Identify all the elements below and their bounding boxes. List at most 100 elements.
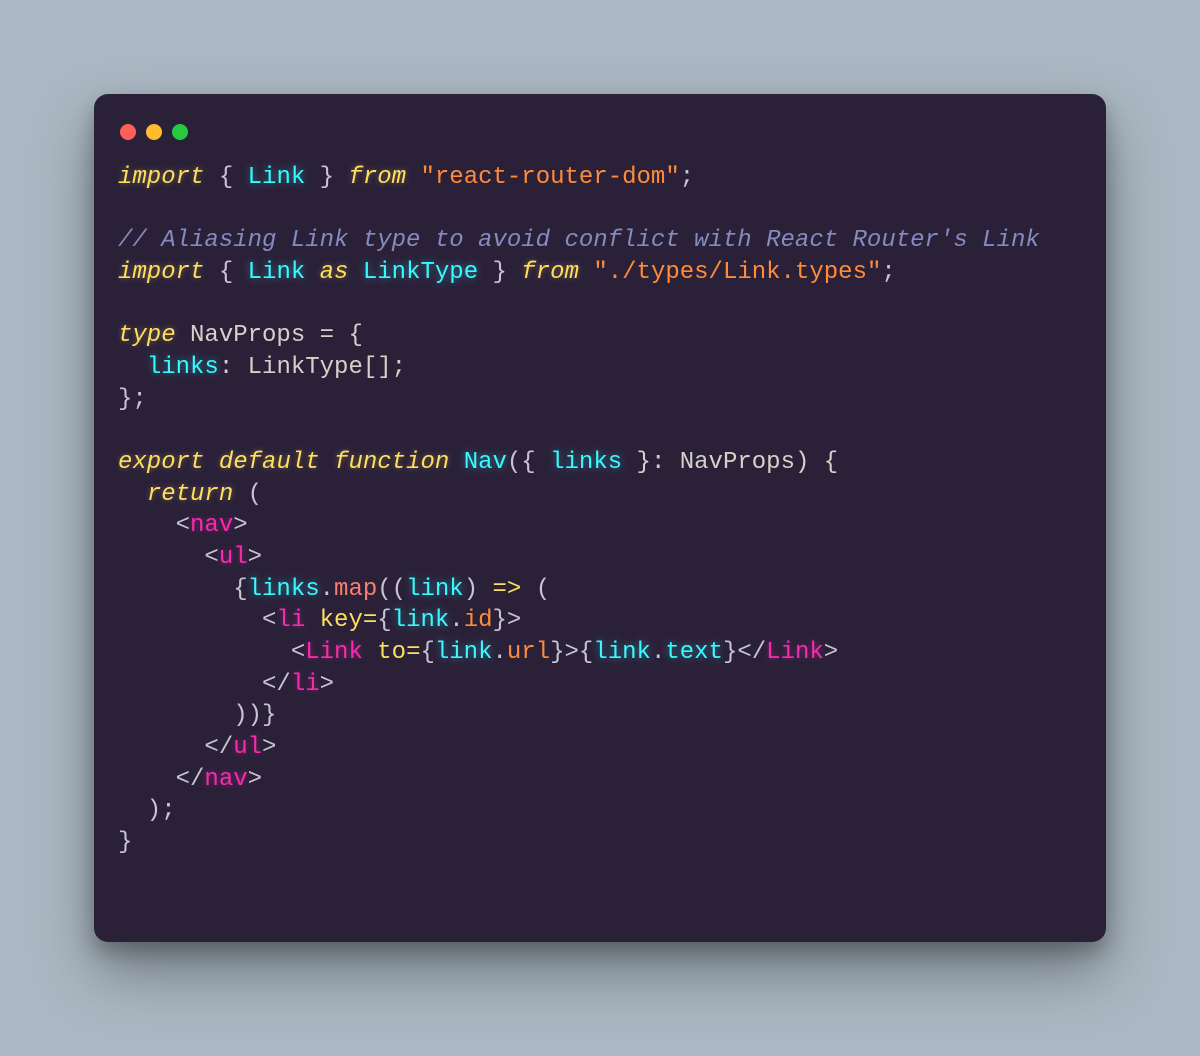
punct: ;: [881, 259, 895, 286]
punct: </: [176, 766, 205, 793]
indent: [118, 766, 176, 793]
prop-text: text: [665, 639, 723, 666]
keyword-type: type: [118, 322, 176, 349]
tag-link: Link: [766, 639, 824, 666]
punct: .: [651, 639, 665, 666]
close-icon[interactable]: [120, 124, 136, 140]
ident-links: links: [550, 449, 622, 476]
ident-link: link: [406, 576, 464, 603]
keyword-as: as: [320, 259, 349, 286]
punct: </: [262, 671, 291, 698]
indent: [118, 607, 262, 634]
ident-link: Link: [248, 164, 306, 191]
punct: ((: [377, 576, 406, 603]
equals: =: [406, 639, 420, 666]
punct: ): [464, 576, 493, 603]
ident-link: link: [392, 607, 450, 634]
keyword-export: export: [118, 449, 204, 476]
keyword-from: from: [348, 164, 406, 191]
indent: [118, 481, 147, 508]
string: "./types/Link.types": [593, 259, 881, 286]
tag-ul: ul: [233, 734, 262, 761]
punct: >: [248, 766, 262, 793]
punct: >: [248, 544, 262, 571]
code-text: }: NavProps) {: [622, 449, 838, 476]
indent: [118, 702, 233, 729]
keyword-import: import: [118, 259, 204, 286]
string: "react-router-dom": [420, 164, 679, 191]
attr-to: to: [377, 639, 406, 666]
space: [579, 259, 593, 286]
ident-link: link: [435, 639, 493, 666]
ident-links: links: [248, 576, 320, 603]
space: [348, 259, 362, 286]
punct: (: [521, 576, 550, 603]
punct: .: [492, 639, 506, 666]
punct: </: [204, 734, 233, 761]
indent: [118, 354, 147, 381]
code-text: NavProps = {: [176, 322, 363, 349]
punct: };: [118, 386, 147, 413]
punct: {: [204, 164, 247, 191]
prop-url: url: [507, 639, 550, 666]
space: [305, 259, 319, 286]
tag-li: li: [276, 607, 305, 634]
code-text: );: [118, 797, 176, 824]
keyword-import: import: [118, 164, 204, 191]
indent: [118, 576, 233, 603]
punct: <: [176, 512, 190, 539]
punct: {: [420, 639, 434, 666]
punct: >: [320, 671, 334, 698]
punct: {: [204, 259, 247, 286]
ident-link: Link: [248, 259, 306, 286]
punct: >: [233, 512, 247, 539]
ident-link: link: [593, 639, 651, 666]
tag-nav: nav: [190, 512, 233, 539]
space: [204, 449, 218, 476]
tag-ul: ul: [219, 544, 248, 571]
zoom-icon[interactable]: [172, 124, 188, 140]
minimize-icon[interactable]: [146, 124, 162, 140]
equals: =: [363, 607, 377, 634]
punct: }: [478, 259, 521, 286]
punct: {: [377, 607, 391, 634]
window-traffic-lights: [118, 118, 1082, 162]
punct: <: [204, 544, 218, 571]
space: [406, 164, 420, 191]
punct: >: [507, 607, 521, 634]
punct: }: [305, 164, 348, 191]
attr-key: key: [320, 607, 363, 634]
arrow: =>: [493, 576, 522, 603]
space: [449, 449, 463, 476]
punct: {: [579, 639, 593, 666]
punct: >: [824, 639, 838, 666]
space: [320, 449, 334, 476]
punct: ({: [507, 449, 550, 476]
punct: <: [262, 607, 276, 634]
stage: import { Link } from "react-router-dom";…: [0, 0, 1200, 942]
fn-map: map: [334, 576, 377, 603]
indent: [118, 639, 291, 666]
punct: >: [262, 734, 276, 761]
prop-id: id: [464, 607, 493, 634]
punct: ))}: [233, 702, 276, 729]
ident-links: links: [147, 354, 219, 381]
ident-linktype: LinkType: [363, 259, 478, 286]
punct: {: [233, 576, 247, 603]
punct: }: [723, 639, 737, 666]
indent: [118, 512, 176, 539]
comment: // Aliasing Link type to avoid conflict …: [118, 227, 1040, 254]
code-text: : LinkType[];: [219, 354, 406, 381]
space: [363, 639, 377, 666]
punct: .: [449, 607, 463, 634]
code-window: import { Link } from "react-router-dom";…: [94, 94, 1106, 942]
tag-link: Link: [305, 639, 363, 666]
code-text: }: [118, 829, 132, 856]
punct: >: [565, 639, 579, 666]
punct: .: [320, 576, 334, 603]
punct: <: [291, 639, 305, 666]
keyword-function: function: [334, 449, 449, 476]
punct: </: [737, 639, 766, 666]
keyword-return: return: [147, 481, 233, 508]
punct: }: [493, 607, 507, 634]
